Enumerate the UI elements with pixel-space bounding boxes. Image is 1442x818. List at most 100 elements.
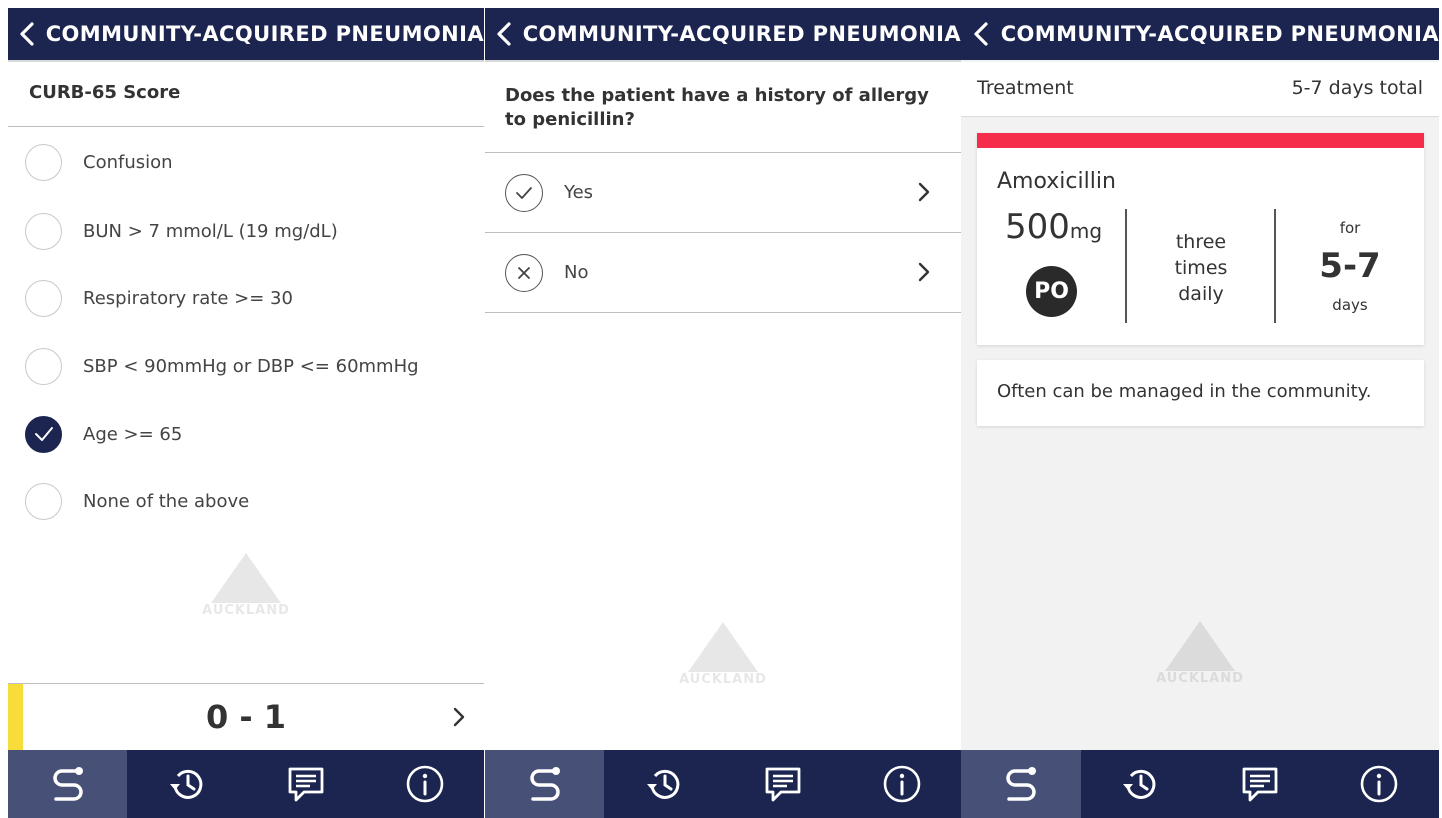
- duration-value: 5-7: [1319, 246, 1381, 286]
- feedback-icon: [288, 767, 323, 802]
- column-divider: [1125, 209, 1127, 323]
- dose-amount: 500: [1005, 207, 1070, 247]
- watermark-text: AUCKLAND: [1156, 671, 1244, 686]
- answer-label: No: [564, 262, 589, 283]
- check-icon: [516, 186, 532, 199]
- pathway-icon: [1006, 767, 1036, 801]
- frequency-line: three: [1175, 231, 1227, 253]
- back-button[interactable]: [961, 8, 1001, 60]
- chevron-right-icon: [918, 262, 930, 282]
- history-icon: [169, 769, 202, 799]
- option-label: Age >= 65: [83, 423, 183, 445]
- tab-info[interactable]: [365, 750, 484, 818]
- history-icon: [646, 769, 679, 799]
- treatment-label: Treatment: [977, 77, 1074, 99]
- tab-feedback[interactable]: [723, 750, 842, 818]
- tab-info[interactable]: [1320, 750, 1440, 818]
- column-divider: [1274, 209, 1276, 323]
- drug-card: Amoxicillin 500mg PO three times daily f…: [977, 133, 1424, 345]
- watermark-logo: AUCKLAND: [191, 553, 301, 643]
- option-label: BUN > 7 mmol/L (19 mg/dL): [83, 220, 338, 242]
- checkbox-circle[interactable]: [25, 143, 62, 181]
- app-header: COMMUNITY-ACQUIRED PNEUMONIA: [485, 8, 961, 60]
- option-label: Respiratory rate >= 30: [83, 287, 293, 309]
- divider: [8, 126, 484, 127]
- divider: [485, 312, 961, 313]
- answer-no[interactable]: No: [485, 233, 961, 312]
- x-circle-icon: [505, 253, 543, 292]
- drug-dose: 500mg: [1005, 207, 1102, 247]
- question-text: Does the patient have a history of aller…: [505, 85, 929, 130]
- chevron-left-icon: [974, 22, 988, 46]
- tab-pathway[interactable]: [961, 750, 1081, 818]
- treatment-header: Treatment 5-7 days total: [961, 62, 1439, 117]
- back-button[interactable]: [485, 8, 523, 60]
- tab-history[interactable]: [1081, 750, 1201, 818]
- route-badge: PO: [1026, 266, 1077, 317]
- drug-frequency: three times daily: [1143, 229, 1259, 307]
- tab-pathway[interactable]: [485, 750, 604, 818]
- header-title: COMMUNITY-ACQUIRED PNEUMONIA: [1000, 22, 1439, 46]
- feedback-icon: [765, 767, 800, 802]
- pathway-icon: [52, 767, 83, 801]
- tab-pathway[interactable]: [8, 750, 127, 818]
- tab-feedback[interactable]: [246, 750, 365, 818]
- option-blood-pressure[interactable]: SBP < 90mmHg or DBP <= 60mmHg: [25, 346, 465, 386]
- back-button[interactable]: [8, 8, 46, 60]
- x-icon: [518, 266, 530, 279]
- tab-history[interactable]: [127, 750, 246, 818]
- header-divider: [485, 60, 961, 62]
- header-title: COMMUNITY-ACQUIRED PNEUMONIA: [45, 22, 484, 46]
- app-header: COMMUNITY-ACQUIRED PNEUMONIA: [8, 8, 484, 60]
- tab-history[interactable]: [604, 750, 723, 818]
- option-confusion[interactable]: Confusion: [25, 142, 465, 182]
- duration-prefix: for: [1339, 219, 1361, 237]
- pathway-icon: [529, 767, 560, 801]
- chevron-left-icon: [497, 22, 511, 46]
- option-bun[interactable]: BUN > 7 mmol/L (19 mg/dL): [25, 211, 465, 251]
- watermark-text: AUCKLAND: [202, 603, 290, 618]
- checkbox-circle[interactable]: [25, 212, 62, 250]
- duration-unit: days: [1332, 296, 1368, 314]
- treatment-total: 5-7 days total: [1291, 77, 1423, 99]
- checkbox-circle[interactable]: [25, 482, 62, 520]
- info-icon: [1360, 765, 1398, 803]
- answer-yes[interactable]: Yes: [485, 153, 961, 232]
- score-result-bar[interactable]: 0 - 1: [8, 683, 484, 751]
- note-card: Often can be managed in the community.: [977, 360, 1424, 426]
- option-none[interactable]: None of the above: [25, 481, 465, 521]
- frequency-line: daily: [1178, 283, 1224, 305]
- watermark-logo: AUCKLAND: [668, 622, 778, 712]
- option-label: None of the above: [83, 490, 250, 512]
- tab-feedback[interactable]: [1200, 750, 1320, 818]
- answer-label: Yes: [564, 182, 594, 203]
- chevron-right-icon: [918, 182, 930, 202]
- chevron-left-icon: [20, 22, 34, 46]
- history-icon: [1123, 769, 1156, 799]
- option-age[interactable]: Age >= 65: [25, 414, 465, 454]
- check-icon: [34, 427, 53, 441]
- app-header: COMMUNITY-ACQUIRED PNEUMONIA: [961, 8, 1439, 60]
- option-label: Confusion: [83, 151, 173, 173]
- dose-unit: mg: [1069, 219, 1103, 243]
- checkbox-circle-checked[interactable]: [25, 415, 62, 453]
- watermark-text: AUCKLAND: [679, 672, 767, 687]
- option-respiratory-rate[interactable]: Respiratory rate >= 30: [25, 278, 465, 318]
- tab-info[interactable]: [842, 750, 961, 818]
- checkbox-circle[interactable]: [25, 347, 62, 385]
- bottom-tab-bar: [961, 750, 1439, 818]
- curb65-panel: COMMUNITY-ACQUIRED PNEUMONIA CURB-65 Sco…: [8, 8, 484, 818]
- check-circle-icon: [505, 173, 543, 212]
- watermark-logo: AUCKLAND: [1145, 621, 1255, 711]
- frequency-line: times: [1174, 257, 1228, 279]
- bottom-tab-bar: [485, 750, 961, 818]
- section-title: CURB-65 Score: [29, 82, 181, 103]
- allergy-panel: COMMUNITY-ACQUIRED PNEUMONIA Does the pa…: [485, 8, 961, 818]
- score-value: 0 - 1: [205, 698, 287, 736]
- header-divider: [8, 60, 484, 62]
- treatment-panel: COMMUNITY-ACQUIRED PNEUMONIA Treatment 5…: [961, 8, 1439, 818]
- checkbox-circle[interactable]: [25, 279, 62, 317]
- header-title: COMMUNITY-ACQUIRED PNEUMONIA: [522, 22, 961, 46]
- option-label: SBP < 90mmHg or DBP <= 60mmHg: [83, 355, 419, 377]
- info-icon: [406, 765, 443, 803]
